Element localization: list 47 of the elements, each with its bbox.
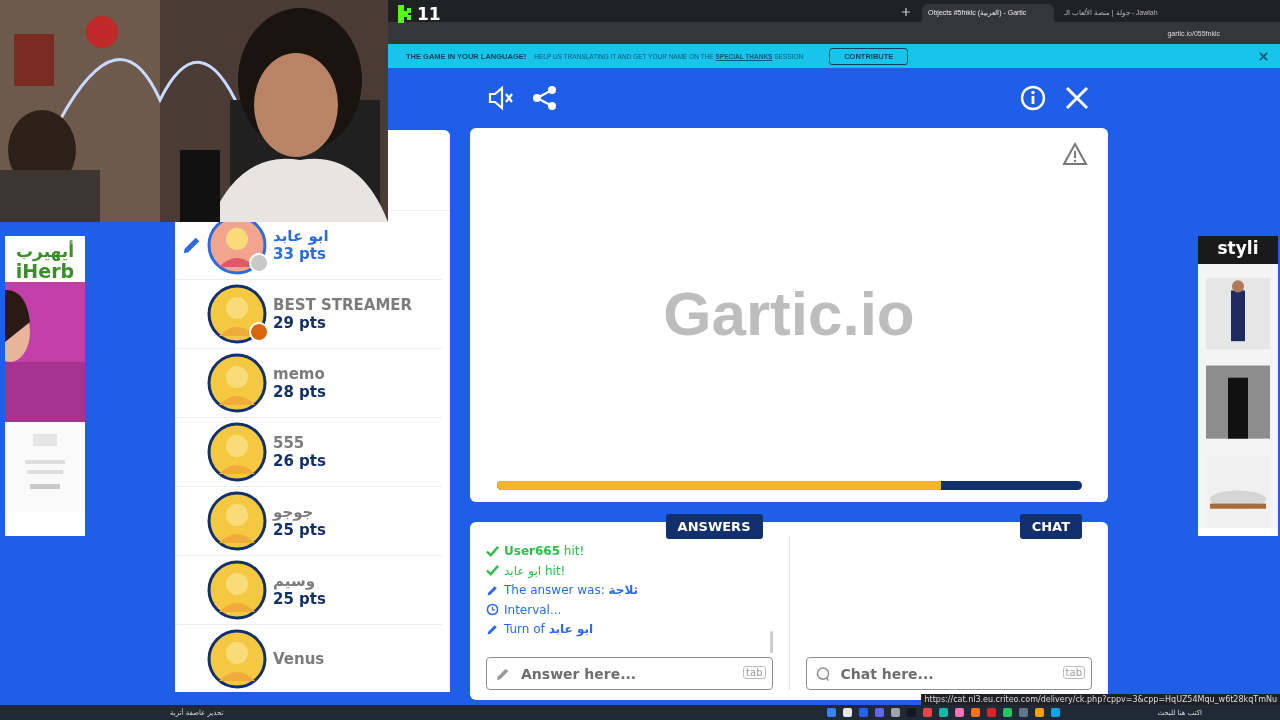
info-icon[interactable]: [1019, 84, 1047, 112]
ad-banner[interactable]: styli: [1198, 236, 1278, 536]
player-points: 33 pts: [273, 245, 327, 263]
player-name: ابو عابد: [273, 227, 329, 245]
player-name: memo: [273, 365, 326, 383]
avatar-icon: [207, 422, 267, 482]
ad-logo: أيهيرب: [16, 242, 74, 261]
key-hint: tab: [1062, 666, 1085, 679]
player-points: 25 pts: [273, 521, 326, 539]
share-icon[interactable]: [531, 84, 559, 112]
player-name: جوجو: [273, 503, 315, 521]
ad-logo: iHerb: [15, 260, 75, 282]
avatar-icon: [207, 629, 267, 689]
pencil-icon: [486, 583, 499, 597]
avatar-icon: [207, 560, 267, 620]
check-icon: [486, 564, 499, 578]
watermark: Gartic.io: [663, 278, 915, 349]
plus-icon[interactable]: [902, 8, 910, 16]
k-logo-icon: [398, 5, 411, 23]
player-points: 25 pts: [273, 590, 326, 608]
player-points: 28 pts: [273, 383, 326, 401]
player-name: BEST STREAMER: [273, 296, 413, 314]
clock-icon: [486, 603, 499, 617]
pencil-icon: [486, 622, 499, 636]
player-points: 26 pts: [273, 452, 326, 470]
speaker-muted-icon[interactable]: [487, 84, 515, 112]
ad-logo: styli: [1198, 236, 1278, 264]
avatar-icon: [207, 353, 267, 413]
avatar-icon: [207, 491, 267, 551]
close-icon[interactable]: [1259, 51, 1268, 61]
log-message: Interval...: [504, 602, 562, 617]
avatar-icon: [207, 284, 267, 344]
player-name: Venus: [273, 650, 325, 668]
key-hint: tab: [743, 666, 766, 679]
log-message: ابو عابد hit!: [504, 563, 566, 578]
chat-bubble-icon: [814, 665, 831, 682]
player-name: وسيم: [273, 572, 316, 590]
chat-tab[interactable]: CHAT: [1019, 514, 1082, 539]
player-points: 29 pts: [273, 314, 327, 332]
viewer-number: 11: [417, 4, 441, 24]
warning-icon[interactable]: [1062, 142, 1088, 166]
answers-tab[interactable]: ANSWERS: [665, 514, 763, 539]
status-url: https://cat.nl3.eu.criteo.com/delivery/ck.php?cppv=3&cpp=HqUZ54Mqu_w6t28kqTmNu: [921, 694, 1280, 705]
close-icon[interactable]: [1063, 84, 1091, 112]
log-message: User665 hit!: [504, 544, 585, 559]
check-icon: [486, 544, 499, 558]
player-name: 555: [273, 434, 306, 452]
